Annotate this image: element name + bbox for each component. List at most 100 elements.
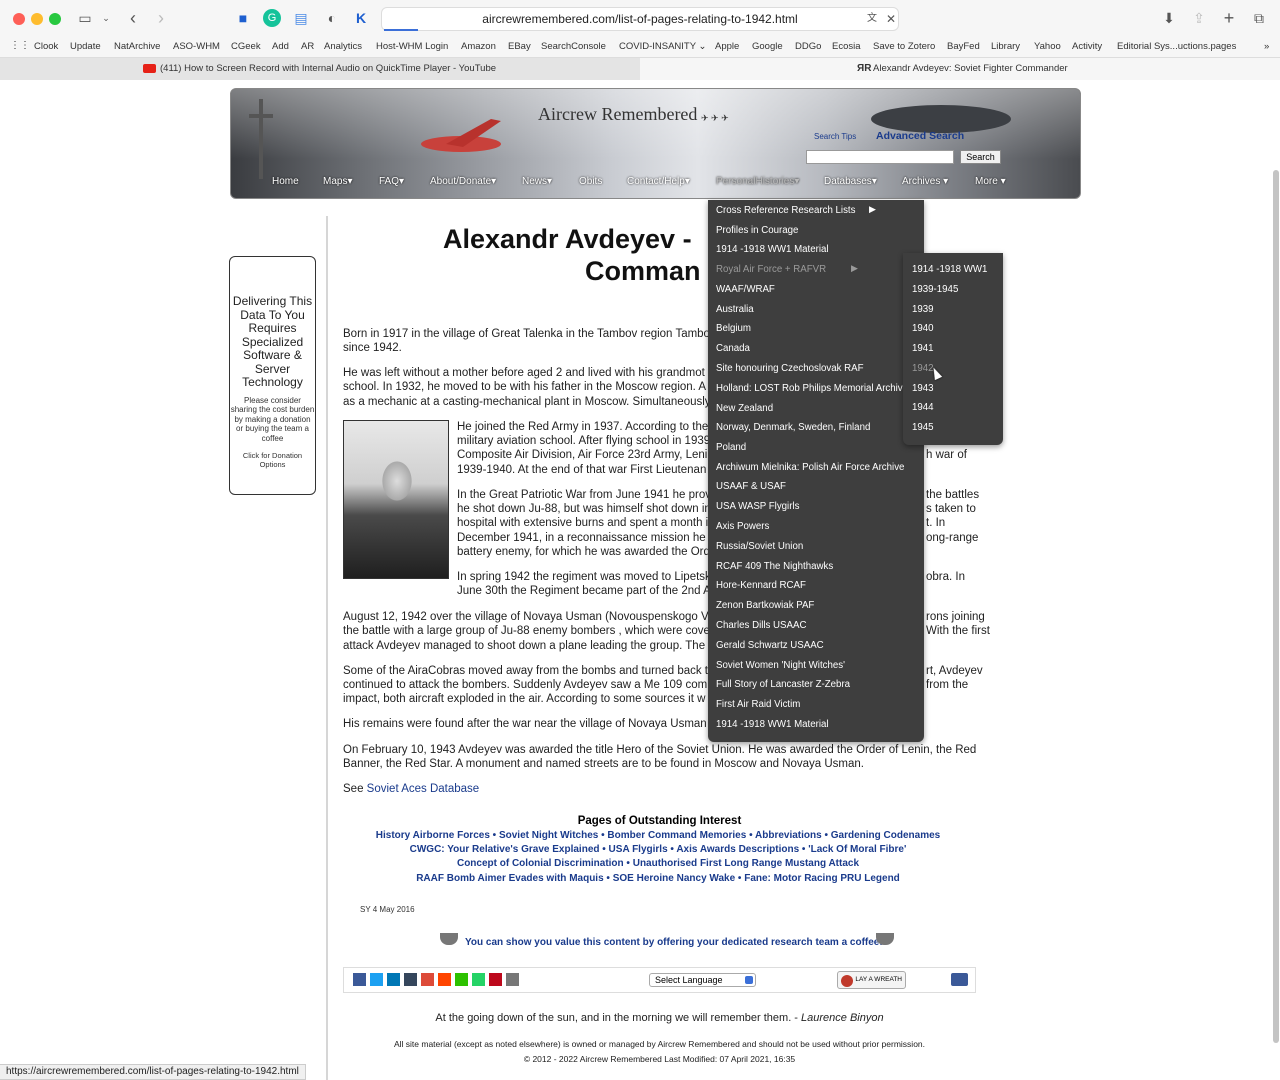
advanced-search-link[interactable]: Advanced Search — [876, 130, 964, 142]
menu-item[interactable]: Canada — [716, 343, 750, 354]
bookmark-item[interactable]: Library — [991, 41, 1020, 52]
tab-overview-icon[interactable]: ⧉ — [1250, 9, 1268, 27]
menu-item[interactable]: Soviet Women 'Night Witches' — [716, 660, 845, 671]
minimize-window-button[interactable] — [31, 13, 43, 25]
bookmark-item[interactable]: Activity — [1072, 41, 1102, 52]
bookmark-item[interactable]: BayFed — [947, 41, 980, 52]
bookmark-item[interactable]: Ecosia — [832, 41, 861, 52]
submenu-item[interactable]: 1945 — [912, 422, 934, 433]
extension-k-icon[interactable]: K — [352, 9, 370, 27]
bookmark-item[interactable]: Analytics — [324, 41, 362, 52]
downloads-icon[interactable]: ⬇ — [1160, 9, 1178, 27]
submenu-item[interactable]: 1939-1945 — [912, 284, 958, 295]
pinterest-icon[interactable] — [489, 973, 502, 986]
share-icon[interactable]: ⇪ — [1190, 9, 1208, 27]
new-tab-icon[interactable]: + — [1220, 9, 1238, 27]
menu-item[interactable]: Australia — [716, 304, 754, 315]
submenu-item[interactable]: 1940 — [912, 323, 934, 334]
submenu-item[interactable]: 1943 — [912, 383, 934, 394]
extension-shield-icon[interactable]: ■ — [234, 9, 252, 27]
bookmark-item[interactable]: CGeek — [231, 41, 261, 52]
menu-item[interactable]: Russia/Soviet Union — [716, 541, 803, 552]
nav-faq[interactable]: FAQ▾ — [379, 176, 404, 187]
soviet-aces-link[interactable]: Soviet Aces Database — [367, 783, 480, 795]
tab-current[interactable]: ЯR Alexandr Avdeyev: Soviet Fighter Comm… — [640, 58, 1280, 80]
close-icon[interactable]: ✕ — [882, 10, 900, 28]
nav-databases[interactable]: Databases▾ — [824, 176, 877, 187]
outstanding-link[interactable]: SOE Heroine Nancy Wake — [613, 873, 735, 884]
wechat-icon[interactable] — [455, 973, 468, 986]
outstanding-link[interactable]: Concept of Colonial Discrimination — [457, 858, 624, 869]
menu-item[interactable]: Zenon Bartkowiak PAF — [716, 600, 814, 611]
chevron-down-icon[interactable]: ⌄ — [97, 9, 115, 27]
bookmark-item[interactable]: DDGo — [795, 41, 821, 52]
reddit-icon[interactable] — [438, 973, 451, 986]
bookmark-item[interactable]: Google — [752, 41, 783, 52]
bookmark-folder[interactable]: COVID-INSANITY ⌄ — [619, 41, 707, 52]
submenu-item[interactable]: 1914 -1918 WW1 — [912, 264, 987, 275]
submenu-item[interactable]: 1941 — [912, 343, 934, 354]
bookmark-item[interactable]: EBay — [508, 41, 531, 52]
menu-item[interactable]: Norway, Denmark, Sweden, Finland — [716, 422, 870, 433]
translate-widget-icon[interactable] — [951, 973, 968, 986]
menu-item[interactable]: Belgium — [716, 323, 751, 334]
nav-more[interactable]: More ▾ — [975, 176, 1006, 187]
menu-item[interactable]: Site honouring Czechoslovak RAF — [716, 363, 864, 374]
coffee-link[interactable]: You can show you value this content by o… — [465, 937, 883, 948]
menu-item[interactable]: 1914 -1918 WW1 Material — [716, 244, 829, 255]
donation-box[interactable]: Delivering This Data To You Requires Spe… — [229, 256, 316, 495]
menu-item[interactable]: Axis Powers — [716, 521, 769, 532]
lay-a-wreath-button[interactable]: LAY A WREATH — [837, 971, 906, 989]
outstanding-link[interactable]: Fane: Motor Racing PRU Legend — [744, 873, 900, 884]
menu-item[interactable]: Full Story of Lancaster Z-Zebra — [716, 679, 850, 690]
bookmark-item[interactable]: Yahoo — [1034, 41, 1061, 52]
nav-archives[interactable]: Archives ▾ — [902, 176, 948, 187]
nav-personal-histories[interactable]: PersonalHistories▾ — [716, 176, 799, 187]
twitter-icon[interactable] — [370, 973, 383, 986]
close-window-button[interactable] — [13, 13, 25, 25]
nav-home[interactable]: Home — [272, 176, 299, 187]
outstanding-link[interactable]: Axis Awards Descriptions — [676, 844, 799, 855]
bookmark-item[interactable]: Update — [70, 41, 101, 52]
google-plus-icon[interactable] — [421, 973, 434, 986]
bookmark-item[interactable]: NatArchive — [114, 41, 160, 52]
search-tips-link[interactable]: Search Tips — [814, 132, 856, 141]
bookmark-item[interactable]: Host-WHM Login — [376, 41, 448, 52]
menu-item[interactable]: Poland — [716, 442, 746, 453]
outstanding-link[interactable]: Gardening Codenames — [831, 830, 940, 841]
outstanding-link[interactable]: CWGC: Your Relative's Grave Explained — [410, 844, 600, 855]
bookmark-item[interactable]: Editorial Sys...uctions.pages — [1117, 41, 1236, 52]
outstanding-link[interactable]: Abbreviations — [755, 830, 822, 841]
email-icon[interactable] — [506, 973, 519, 986]
bookmark-item[interactable]: Add — [272, 41, 289, 52]
outstanding-link[interactable]: History Airborne Forces — [376, 830, 490, 841]
menu-item[interactable]: Profiles in Courage — [716, 225, 798, 236]
forward-icon[interactable]: › — [152, 9, 170, 27]
menu-item[interactable]: Charles Dills USAAC — [716, 620, 806, 631]
outstanding-link[interactable]: Soviet Night Witches — [499, 830, 598, 841]
nav-news[interactable]: News▾ — [522, 176, 552, 187]
menu-item[interactable]: Hore-Kennard RCAF — [716, 580, 806, 591]
bookmark-item[interactable]: Save to Zotero — [873, 41, 935, 52]
address-bar[interactable]: aircrewremembered.com/list-of-pages-rela… — [381, 7, 899, 31]
menu-item[interactable]: New Zealand — [716, 403, 773, 414]
bookmark-item[interactable]: Apple — [715, 41, 739, 52]
outstanding-link[interactable]: USA Flygirls — [609, 844, 668, 855]
page-scrollbar[interactable] — [1273, 170, 1279, 1043]
back-icon[interactable]: ‹ — [124, 9, 142, 27]
privacy-shield-icon[interactable]: ◐ — [323, 9, 341, 27]
submenu-item[interactable]: 1944 — [912, 402, 934, 413]
nav-contact-help[interactable]: Contact/Help▾ — [627, 176, 690, 187]
whatsapp-icon[interactable] — [472, 973, 485, 986]
bookmark-item[interactable]: Amazon — [461, 41, 496, 52]
nav-maps[interactable]: Maps▾ — [323, 176, 352, 187]
search-input[interactable] — [806, 150, 954, 164]
menu-item[interactable]: RCAF 409 The Nighthawks — [716, 561, 833, 572]
outstanding-link[interactable]: 'Lack Of Moral Fibre' — [808, 844, 906, 855]
outstanding-link[interactable]: Bomber Command Memories — [607, 830, 746, 841]
outstanding-link[interactable]: Unauthorised First Long Range Mustang At… — [633, 858, 859, 869]
language-select[interactable]: Select Language — [649, 973, 756, 987]
zoom-window-button[interactable] — [49, 13, 61, 25]
menu-item[interactable]: Holland: LOST Rob Philips Memorial Archi… — [716, 383, 903, 394]
bookmark-item[interactable]: AR — [301, 41, 314, 52]
